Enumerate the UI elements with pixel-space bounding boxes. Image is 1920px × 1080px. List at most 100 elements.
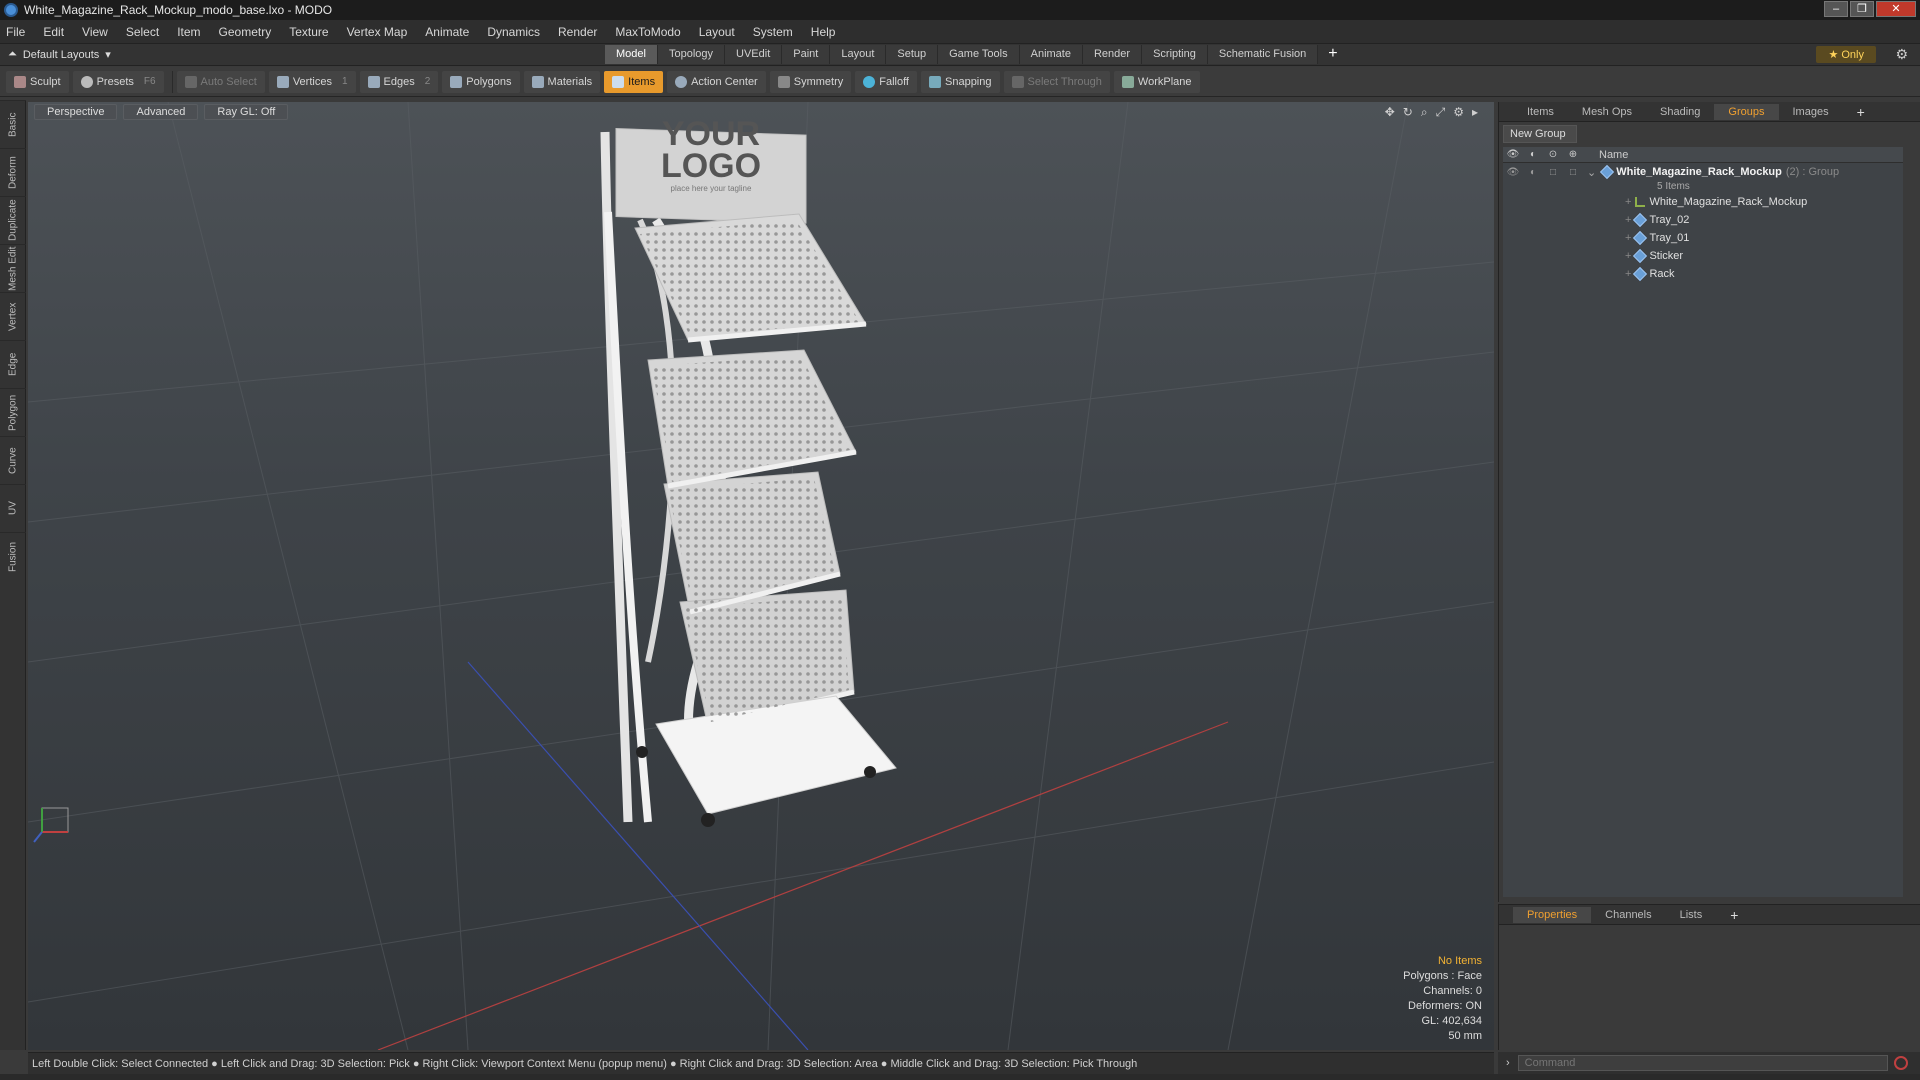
menu-render[interactable]: Render — [558, 25, 597, 39]
gear-icon[interactable]: ⚙ — [1895, 46, 1908, 63]
falloff-button[interactable]: Falloff — [855, 70, 917, 93]
auto-select-button[interactable]: Auto Select — [176, 70, 265, 93]
select-column-icon[interactable]: ⊕ — [1563, 149, 1583, 160]
menu-vertex-map[interactable]: Vertex Map — [347, 25, 408, 39]
tab-paint[interactable]: Paint — [782, 45, 831, 64]
tab-render[interactable]: Render — [1082, 45, 1143, 64]
raygl-toggle[interactable]: Ray GL: Off — [204, 104, 289, 120]
materials-button[interactable]: Materials — [523, 70, 601, 93]
tab-lists[interactable]: Lists — [1666, 907, 1717, 923]
items-button[interactable]: Items — [604, 70, 664, 93]
tab-topology[interactable]: Topology — [657, 45, 726, 64]
tab-layout[interactable]: Layout — [830, 45, 887, 64]
menu-animate[interactable]: Animate — [425, 25, 469, 39]
rotate-icon[interactable]: ↻ — [1403, 105, 1413, 120]
perspective-dropdown[interactable]: Perspective — [34, 104, 118, 120]
menu-system[interactable]: System — [753, 25, 793, 39]
close-button[interactable]: ✕ — [1876, 1, 1916, 17]
tab-schematic-fusion[interactable]: Schematic Fusion — [1207, 45, 1319, 64]
left-tab-polygon[interactable]: Polygon — [0, 388, 26, 436]
expand-icon[interactable]: + — [1625, 196, 1631, 208]
pan-icon[interactable]: ✥ — [1385, 105, 1395, 120]
expand-icon[interactable]: + — [1625, 214, 1631, 226]
presets-button[interactable]: Presets F6 — [72, 70, 164, 93]
visibility-column-icon[interactable]: 👁 — [1503, 149, 1523, 160]
viewport-expand-icon[interactable]: ▸ — [1472, 105, 1478, 120]
menu-geometry[interactable]: Geometry — [219, 25, 272, 39]
tab-uvedit[interactable]: UVEdit — [725, 45, 783, 64]
left-tab-duplicate[interactable]: Duplicate — [0, 196, 26, 244]
list-item[interactable]: + White_Magazine_Rack_Mockup — [1503, 193, 1903, 211]
render-column-icon[interactable]: ◐ — [1523, 149, 1543, 160]
viewport-settings-icon[interactable]: ⚙ — [1453, 105, 1464, 120]
menu-layout[interactable]: Layout — [699, 25, 735, 39]
symmetry-button[interactable]: Symmetry — [769, 70, 852, 93]
expand-icon[interactable]: + — [1625, 268, 1631, 280]
tab-game-tools[interactable]: Game Tools — [938, 45, 1020, 64]
left-tab-basic[interactable]: Basic — [0, 100, 26, 148]
command-input[interactable] — [1517, 1055, 1888, 1071]
new-group-button[interactable]: New Group — [1503, 125, 1577, 143]
polygons-button[interactable]: Polygons — [442, 70, 520, 93]
tab-mesh-ops[interactable]: Mesh Ops — [1568, 104, 1646, 120]
select-through-button[interactable]: Select Through — [1003, 70, 1110, 93]
group-row[interactable]: 👁 ◐ □ □ ⌄ White_Magazine_Rack_Mockup (2)… — [1503, 163, 1903, 181]
edges-button[interactable]: Edges 2 — [359, 70, 439, 93]
maximize-button[interactable]: ❐ — [1850, 1, 1874, 17]
menu-file[interactable]: File — [6, 25, 25, 39]
expand-icon[interactable]: + — [1625, 232, 1631, 244]
tab-shading[interactable]: Shading — [1646, 104, 1714, 120]
list-item[interactable]: + Tray_02 — [1503, 211, 1903, 229]
menu-edit[interactable]: Edit — [43, 25, 64, 39]
add-tab-icon[interactable]: + — [1328, 45, 1337, 64]
fit-icon[interactable]: ⤢ — [1436, 105, 1446, 120]
name-column-header[interactable]: Name — [1599, 149, 1628, 161]
menu-select[interactable]: Select — [126, 25, 159, 39]
vertices-button[interactable]: Vertices 1 — [268, 70, 356, 93]
only-toggle[interactable]: ★ Only — [1816, 46, 1876, 63]
tab-setup[interactable]: Setup — [886, 45, 939, 64]
left-tab-vertex[interactable]: Vertex — [0, 292, 26, 340]
snapping-button[interactable]: Snapping — [921, 70, 1000, 93]
3d-viewport[interactable]: YOUR LOGO place here your tagline Perspe… — [28, 102, 1494, 1050]
tab-items[interactable]: Items — [1513, 104, 1568, 120]
eye-icon[interactable]: 👁 — [1503, 163, 1523, 181]
list-item[interactable]: + Sticker — [1503, 247, 1903, 265]
collapse-icon[interactable]: ⌄ — [1587, 166, 1596, 179]
tab-channels[interactable]: Channels — [1591, 907, 1665, 923]
left-tab-edge[interactable]: Edge — [0, 340, 26, 388]
left-tab-deform[interactable]: Deform — [0, 148, 26, 196]
tab-animate[interactable]: Animate — [1019, 45, 1083, 64]
lock-column-icon[interactable]: ⊙ — [1543, 149, 1563, 160]
menu-dynamics[interactable]: Dynamics — [487, 25, 540, 39]
add-properties-tab-icon[interactable]: + — [1716, 905, 1752, 925]
lock-toggle-icon[interactable]: □ — [1543, 163, 1563, 181]
default-layouts-dropdown[interactable]: ⏶ Default Layouts ▾ — [8, 48, 111, 61]
menu-maxtomodo[interactable]: MaxToModo — [615, 25, 680, 39]
list-item[interactable]: + Rack — [1503, 265, 1903, 283]
list-item[interactable]: + Tray_01 — [1503, 229, 1903, 247]
render-toggle-icon[interactable]: ◐ — [1523, 163, 1543, 181]
menu-item[interactable]: Item — [177, 25, 200, 39]
workplane-button[interactable]: WorkPlane — [1113, 70, 1200, 93]
left-tab-curve[interactable]: Curve — [0, 436, 26, 484]
sculpt-button[interactable]: Sculpt — [6, 70, 69, 93]
left-tab-mesh-edit[interactable]: Mesh Edit — [0, 244, 26, 292]
record-icon[interactable] — [1893, 1056, 1908, 1070]
select-toggle-icon[interactable]: □ — [1563, 163, 1583, 181]
tab-images[interactable]: Images — [1779, 104, 1843, 120]
tab-model[interactable]: Model — [605, 45, 658, 64]
menu-texture[interactable]: Texture — [289, 25, 328, 39]
minimize-button[interactable]: ‒ — [1824, 1, 1848, 17]
tab-scripting[interactable]: Scripting — [1142, 45, 1208, 64]
menu-help[interactable]: Help — [811, 25, 836, 39]
tab-properties[interactable]: Properties — [1513, 906, 1592, 923]
zoom-icon[interactable]: ⌕ — [1421, 105, 1428, 120]
left-tab-fusion[interactable]: Fusion — [0, 532, 26, 580]
left-tab-uv[interactable]: UV — [0, 484, 26, 532]
expand-icon[interactable]: + — [1625, 250, 1631, 262]
shading-style-dropdown[interactable]: Advanced — [123, 104, 199, 120]
action-center-button[interactable]: Action Center — [667, 70, 766, 93]
tab-groups[interactable]: Groups — [1714, 103, 1779, 120]
add-panel-tab-icon[interactable]: + — [1843, 102, 1879, 122]
